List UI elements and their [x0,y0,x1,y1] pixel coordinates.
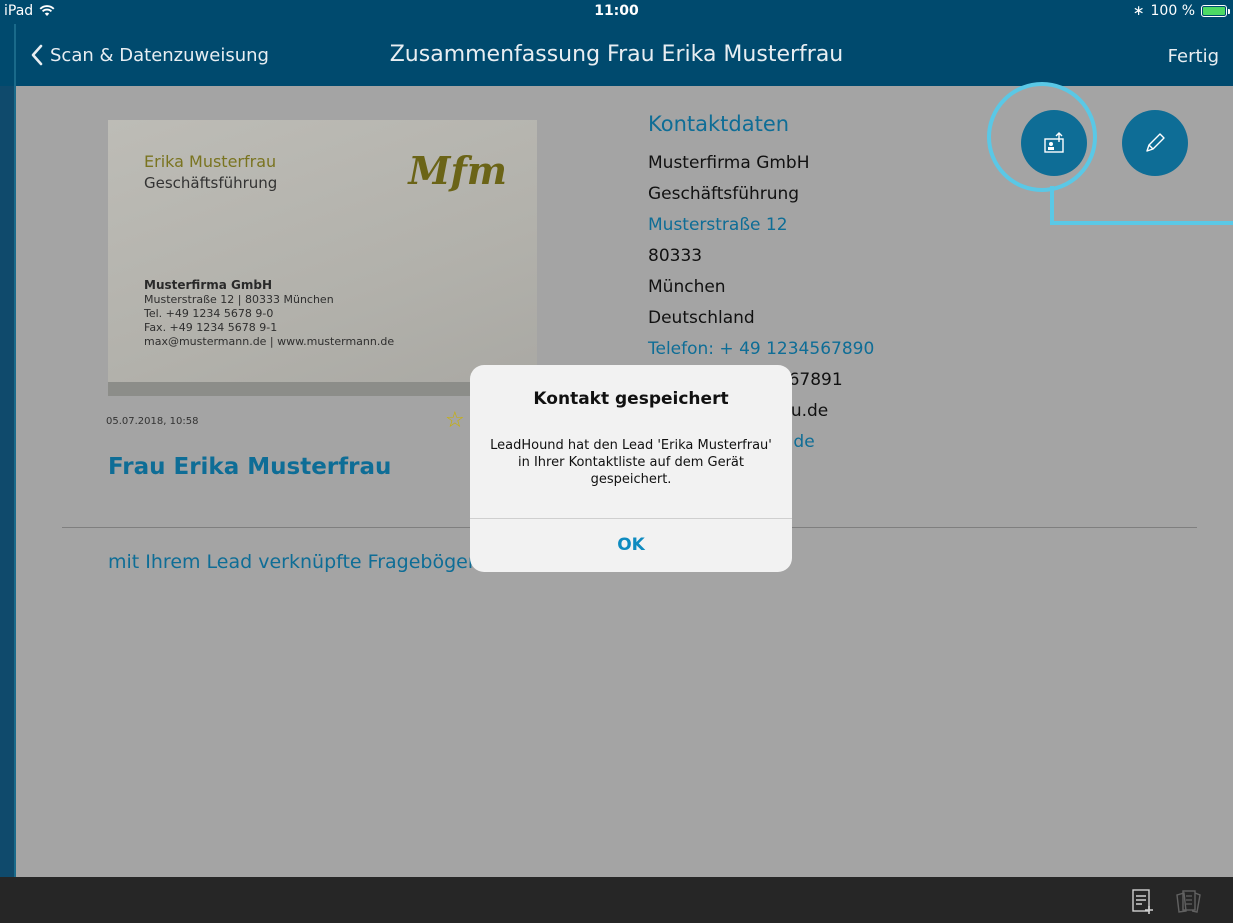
card-details: Musterstraße 12 | 80333 München Tel. +49… [144,293,394,349]
highlight-connector [1050,186,1054,224]
card-logo: Mfm [408,148,507,193]
questionnaire-add-icon[interactable] [1128,887,1156,915]
edit-button[interactable] [1122,110,1188,176]
nav-bar: Scan & Datenzuweisung Zusammenfassung Fr… [0,24,1233,86]
ok-button[interactable]: OK [470,519,792,572]
battery-fill [1203,7,1225,15]
bottom-toolbar [0,877,1233,923]
contact-role: Geschäftsführung [648,184,800,204]
left-border [14,24,16,923]
page-title: Zusammenfassung Frau Erika Musterfrau [389,42,844,67]
pencil-icon [1146,133,1165,152]
contact-phone-link[interactable]: Telefon: + 49 1234567890 [648,334,968,365]
business-card-image[interactable]: Erika Musterfrau Geschäftsführung Mfm Mu… [108,120,537,396]
highlight-ring [987,82,1097,192]
alert-title: Kontakt gespeichert [533,389,729,409]
card-line: Fax. +49 1234 5678 9-1 [144,321,278,334]
scan-date: 05.07.2018, 10:58 [106,416,199,427]
done-button[interactable]: Fertig [1168,46,1219,67]
bluetooth-icon: ∗ [1132,3,1145,19]
contact-street-link[interactable]: Musterstraße 12 [648,210,968,241]
questionnaires-link[interactable]: mit Ihrem Lead verknüpfte Fragebögen [108,551,480,573]
card-name: Erika Musterfrau [144,152,277,171]
card-role: Geschäftsführung [144,174,278,192]
status-right: ∗ 100 % [1132,3,1230,19]
highlight-connector [1050,221,1233,225]
battery-icon [1201,5,1230,17]
status-time: 11:00 [594,3,639,19]
lead-name: Frau Erika Musterfrau [108,454,392,480]
status-bar: iPad 11:00 ∗ 100 % [0,0,1233,24]
contact-country: Deutschland [648,308,755,328]
alert-dialog: Kontakt gespeichert LeadHound hat den Le… [470,365,792,572]
contact-heading: Kontaktdaten [648,112,790,136]
cards-icon[interactable] [1174,887,1202,915]
card-line: Musterstraße 12 | 80333 München [144,293,334,306]
contact-city: München [648,277,726,297]
contact-company: Musterfirma GmbH [648,153,810,173]
card-company: Musterfirma GmbH [144,278,272,292]
battery-percent: 100 % [1150,3,1195,19]
star-icon[interactable]: ☆ [445,408,465,433]
card-line: max@mustermann.de | www.mustermann.de [144,335,395,348]
card-line: Tel. +49 1234 5678 9-0 [144,307,274,320]
contact-zip: 80333 [648,246,703,266]
alert-message: LeadHound hat den Lead 'Erika Musterfrau… [490,438,772,487]
